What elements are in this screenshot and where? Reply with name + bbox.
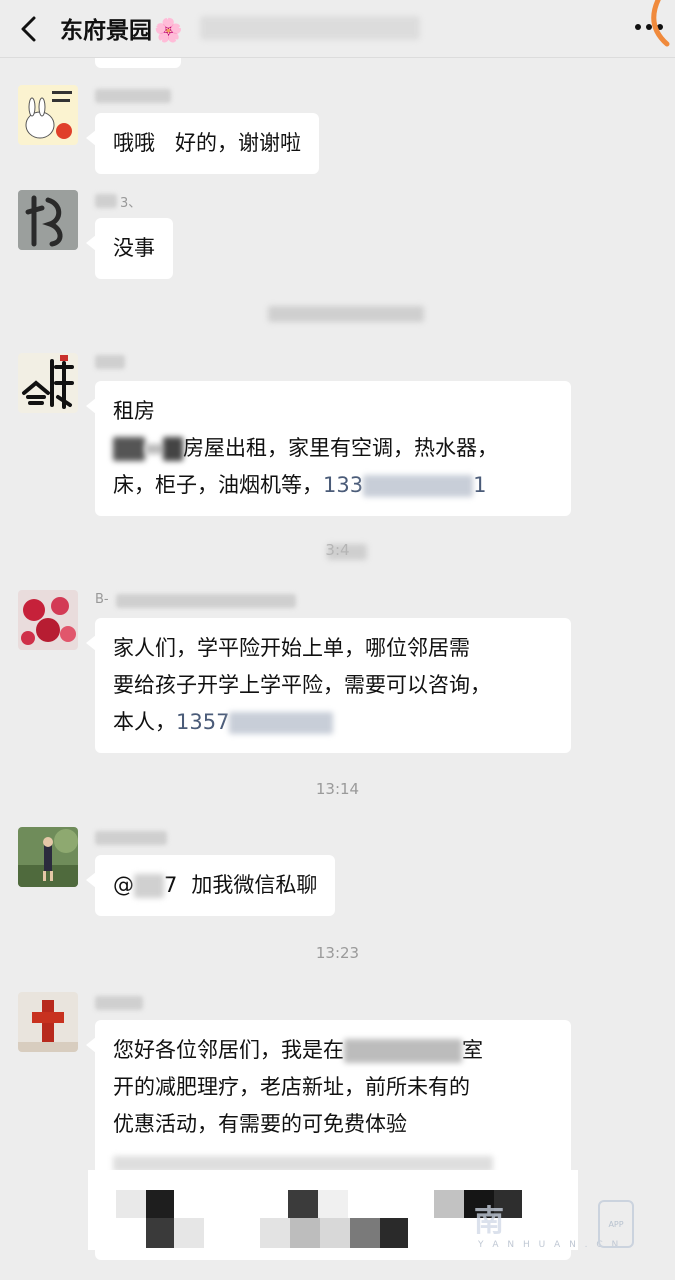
message-bubble[interactable]: 租房 房屋出租，家里有空调，热水器， 床，柜子，油烟机等，133 1 [86,381,571,516]
message-text: 房屋出租，家里有空调，热水器， [183,436,498,460]
mention-prefix: @ [113,873,134,897]
message-line: 家人们，学平险开始上单，哪位邻居需 [113,636,470,660]
nickname-blurred [95,89,171,103]
phone-number-link[interactable]: 133 [323,473,363,497]
nickname-blurred [95,831,167,845]
watermark-text: 南 [474,1204,506,1239]
redacted-mention [134,874,164,898]
message-text: 室 [462,1038,483,1062]
timestamp: 13:14 [315,780,360,798]
flower-emoji-icon: 🌸 [154,18,183,44]
redacted-phone [363,475,474,497]
redacted-address [344,1039,462,1063]
message-line: 要给孩子开学上学平险，需要可以咨询， [113,673,491,697]
message-text: 加我微信私聊 [191,873,318,897]
message-bubble[interactable]: @7 加我微信私聊 [85,855,336,916]
nickname-blurred [95,355,125,369]
avatar[interactable] [18,353,78,413]
message-line: 租房 [113,399,155,423]
watermark-app-icon: APP [598,1200,634,1248]
message-text: 哦哦 好的，谢谢啦 [113,131,302,155]
message-line: 您好各位邻居们，我是在 室 [113,1032,553,1069]
avatar[interactable] [18,85,78,145]
blurred-title-suffix [200,16,420,40]
mention-suffix: 7 [164,873,178,897]
back-arrow-icon[interactable] [14,12,46,46]
nickname: B- [95,592,109,607]
nickname: 3、 [120,196,142,211]
nickname-blurred [95,996,143,1010]
redacted-phone [229,712,334,734]
blurred-bubble-edge [95,58,181,68]
chat-title: 东府景园🌸 [60,18,183,44]
blurred-timestamp [268,306,424,322]
partial-timestamp: 3:4 [325,541,350,559]
message-text: 本人， [113,710,176,734]
avatar[interactable] [18,992,78,1052]
avatar[interactable] [18,590,78,650]
chat-header: 东府景园🌸 [0,0,675,58]
message-line: 床，柜子，油烟机等，133 1 [113,467,553,504]
message-bubble[interactable]: 哦哦 好的，谢谢啦 [85,113,320,174]
message-line: 优惠活动，有需要的可免费体验 [113,1112,407,1136]
nickname-blurred [95,194,117,208]
message-line: 开的减肥理疗，老店新址，前所未有的 [113,1075,470,1099]
orange-scribble-icon [651,0,670,47]
avatar[interactable] [18,190,78,250]
message-text: 没事 [113,236,155,260]
redacted-text [113,437,145,461]
redacted-text [163,437,183,461]
message-line: 房屋出租，家里有空调，热水器， [113,430,553,467]
message-bubble[interactable]: 没事 [86,218,173,279]
redacted-text [145,444,163,454]
message-bubble[interactable]: 家人们，学平险开始上单，哪位邻居需 要给孩子开学上学平险，需要可以咨询， 本人，… [86,618,571,753]
avatar[interactable] [18,827,78,887]
message-text: 您好各位邻居们，我是在 [113,1038,344,1062]
phone-number-link[interactable]: 1357 [176,710,229,734]
nickname-blurred [116,594,296,608]
timestamp: 13:23 [315,944,360,962]
message-line: 本人，1357 [113,704,553,741]
message-text: 床，柜子，油烟机等， [113,473,323,497]
phone-number-suffix: 1 [473,473,487,497]
